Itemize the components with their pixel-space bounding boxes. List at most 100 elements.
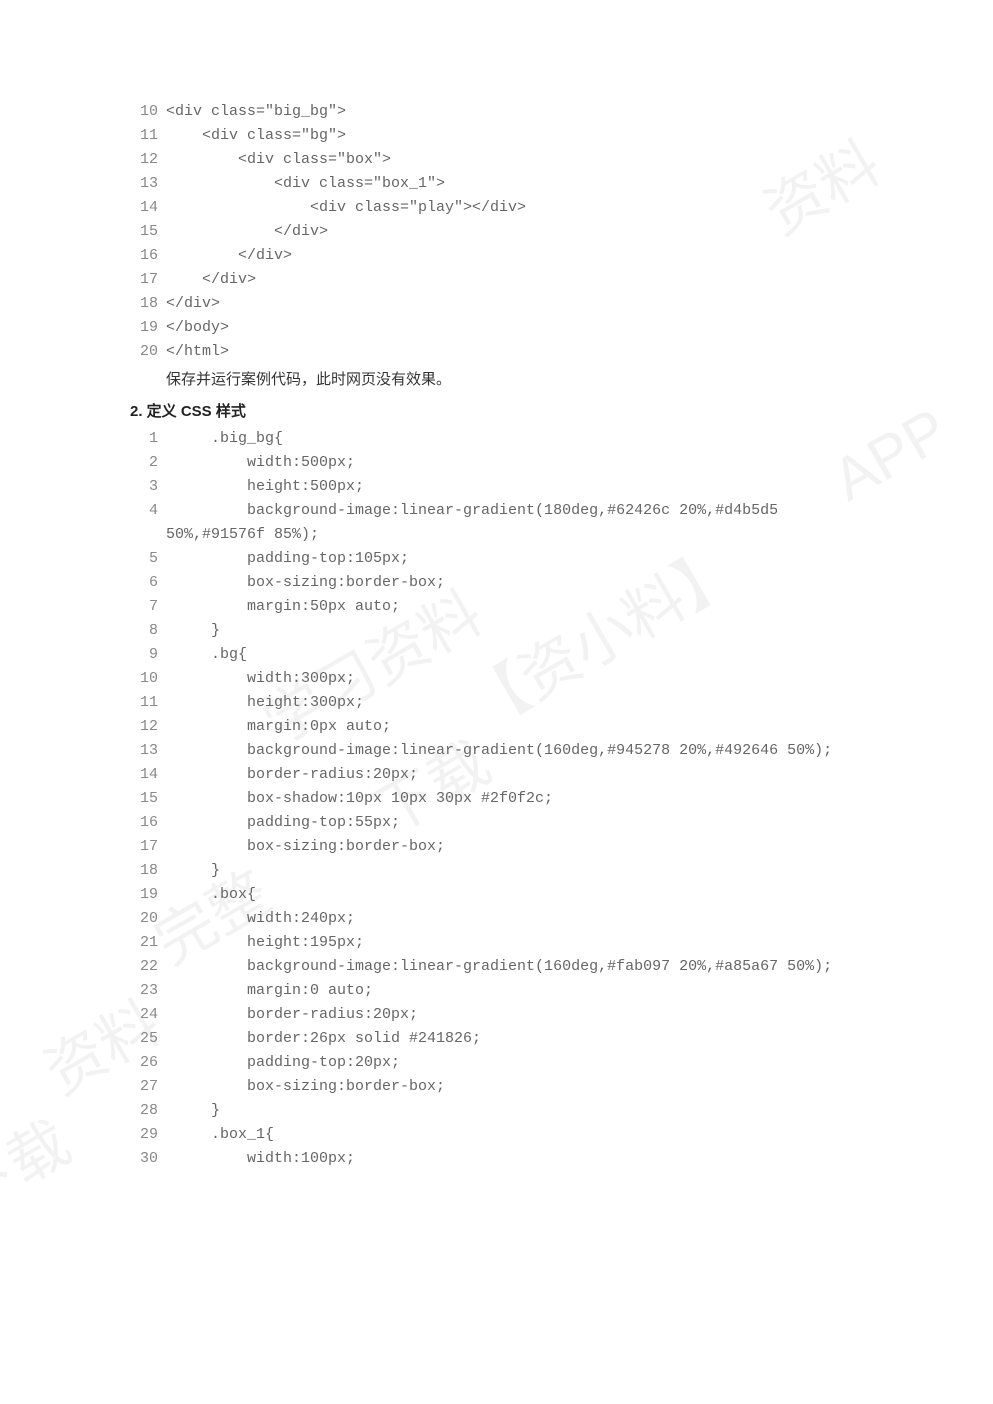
line-number: 27	[130, 1075, 158, 1099]
code-line: 30 width:100px;	[130, 1147, 863, 1171]
code-line: 10 width:300px;	[130, 667, 863, 691]
line-number: 18	[130, 859, 158, 883]
code-line: 22 background-image:linear-gradient(160d…	[130, 955, 863, 979]
code-text: <div class="big_bg">	[166, 103, 346, 120]
line-number: 12	[130, 148, 158, 172]
code-line: 29 .box_1{	[130, 1123, 863, 1147]
code-line: 24 border-radius:20px;	[130, 1003, 863, 1027]
line-number: 30	[130, 1147, 158, 1171]
line-number: 24	[130, 1003, 158, 1027]
code-text: </html>	[166, 343, 229, 360]
code-text: width:240px;	[166, 910, 355, 927]
line-number: 26	[130, 1051, 158, 1075]
line-number: 18	[130, 292, 158, 316]
code-text: box-sizing:border-box;	[166, 574, 445, 591]
code-line: 20 width:240px;	[130, 907, 863, 931]
line-number: 17	[130, 835, 158, 859]
document-content: 10 <div class="big_bg"> 11 <div class="bg"…	[130, 100, 863, 1171]
code-text: padding-top:55px;	[166, 814, 400, 831]
code-text: </div>	[166, 295, 220, 312]
css-section-heading: 2. 定义 CSS 样式	[130, 400, 863, 421]
code-text: width:500px;	[166, 454, 355, 471]
code-line: 1 .big_bg{	[130, 427, 863, 451]
code-text: </div>	[166, 271, 256, 288]
line-number: 5	[130, 547, 158, 571]
code-text: </div>	[166, 223, 328, 240]
code-text: box-shadow:10px 10px 30px #2f0f2c;	[166, 790, 553, 807]
code-line: 25 border:26px solid #241826;	[130, 1027, 863, 1051]
line-number: 11	[130, 124, 158, 148]
code-text: 50%,#91576f 85%);	[166, 526, 319, 543]
code-text: padding-top:20px;	[166, 1054, 400, 1071]
line-number: 15	[130, 220, 158, 244]
code-text: margin:50px auto;	[166, 598, 400, 615]
code-line: 16 padding-top:55px;	[130, 811, 863, 835]
code-text: }	[166, 862, 220, 879]
code-line: 16 </div>	[130, 244, 863, 268]
code-line: 15 box-shadow:10px 10px 30px #2f0f2c;	[130, 787, 863, 811]
code-text: margin:0px auto;	[166, 718, 391, 735]
html-code-block: 10 <div class="big_bg"> 11 <div class="bg"…	[130, 100, 863, 364]
line-number: 13	[130, 172, 158, 196]
line-number: 11	[130, 691, 158, 715]
code-text: <div class="play"></div>	[166, 199, 526, 216]
code-line: 27 box-sizing:border-box;	[130, 1075, 863, 1099]
line-number: 19	[130, 883, 158, 907]
code-text: height:500px;	[166, 478, 364, 495]
code-line: 18 </div>	[130, 292, 863, 316]
paragraph-after-html: 保存并运行案例代码，此时网页没有效果。	[166, 368, 863, 392]
code-line: 14 border-radius:20px;	[130, 763, 863, 787]
line-number: 29	[130, 1123, 158, 1147]
code-line: 21 height:195px;	[130, 931, 863, 955]
code-text: height:300px;	[166, 694, 364, 711]
line-number: 23	[130, 979, 158, 1003]
code-line: 11 height:300px;	[130, 691, 863, 715]
line-number: 16	[130, 244, 158, 268]
code-line: 26 padding-top:20px;	[130, 1051, 863, 1075]
code-text: <div class="bg">	[166, 127, 346, 144]
code-text: .box_1{	[166, 1126, 274, 1143]
line-number: 22	[130, 955, 158, 979]
code-line: 13 <div class="box_1">	[130, 172, 863, 196]
line-number: 2	[130, 451, 158, 475]
code-line: 28 }	[130, 1099, 863, 1123]
code-text: }	[166, 622, 220, 639]
code-line: 13 background-image:linear-gradient(160d…	[130, 739, 863, 763]
code-text: <div class="box">	[166, 151, 391, 168]
code-line: 7 margin:50px auto;	[130, 595, 863, 619]
line-number: 20	[130, 340, 158, 364]
code-text: </body>	[166, 319, 229, 336]
code-text: padding-top:105px;	[166, 550, 409, 567]
line-number: 25	[130, 1027, 158, 1051]
line-number: 12	[130, 715, 158, 739]
code-text: border:26px solid #241826;	[166, 1030, 481, 1047]
code-line: 6 box-sizing:border-box;	[130, 571, 863, 595]
code-line: 2 width:500px;	[130, 451, 863, 475]
code-text: </div>	[166, 247, 292, 264]
code-text: height:195px;	[166, 934, 364, 951]
line-number: 19	[130, 316, 158, 340]
code-text: box-sizing:border-box;	[166, 838, 445, 855]
line-number: 14	[130, 196, 158, 220]
code-text: }	[166, 1102, 220, 1119]
code-line: 3 height:500px;	[130, 475, 863, 499]
code-line: 19 </body>	[130, 316, 863, 340]
code-text: border-radius:20px;	[166, 1006, 418, 1023]
code-line: 8 }	[130, 619, 863, 643]
watermark-text: 下载	[0, 1096, 84, 1231]
code-line: 5 padding-top:105px;	[130, 547, 863, 571]
line-number: 3	[130, 475, 158, 499]
line-number: 9	[130, 643, 158, 667]
code-line: 15 </div>	[130, 220, 863, 244]
code-text: .bg{	[166, 646, 247, 663]
code-text: background-image:linear-gradient(160deg,…	[166, 742, 832, 759]
code-text: .big_bg{	[166, 430, 283, 447]
line-number: 6	[130, 571, 158, 595]
line-number: 8	[130, 619, 158, 643]
line-number: 10	[130, 100, 158, 124]
line-number: 28	[130, 1099, 158, 1123]
line-number: 1	[130, 427, 158, 451]
code-text: .box{	[166, 886, 256, 903]
line-number: 20	[130, 907, 158, 931]
css-code-block: 1 .big_bg{2 width:500px;3 height:500px;4…	[130, 427, 863, 1171]
